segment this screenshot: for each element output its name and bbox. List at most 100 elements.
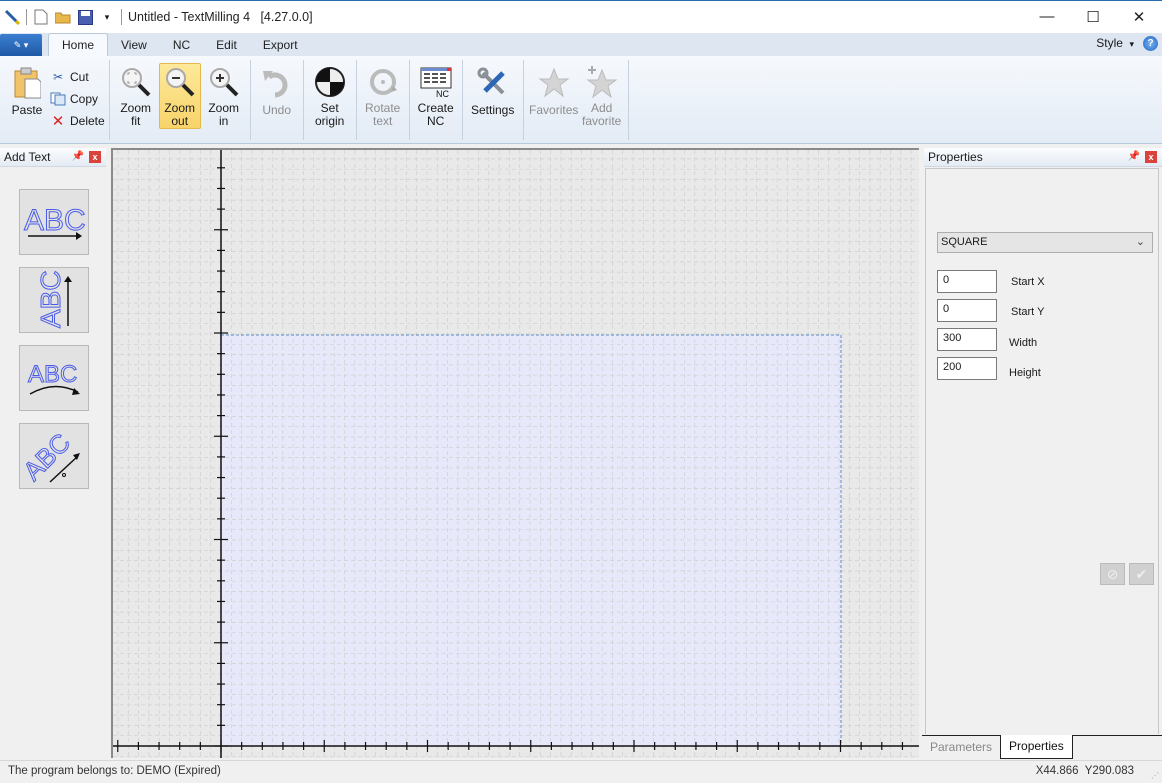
text-angle-icon: ABC bbox=[17, 427, 80, 487]
copy-button[interactable]: Copy bbox=[50, 89, 105, 109]
settings-label: Settings bbox=[471, 103, 515, 117]
tab-properties[interactable]: Properties bbox=[1000, 735, 1073, 759]
tab-export[interactable]: Export bbox=[250, 35, 311, 56]
text-horizontal-tool[interactable]: ABC bbox=[19, 189, 89, 255]
tab-edit[interactable]: Edit bbox=[203, 35, 250, 56]
settings-button[interactable]: Settings bbox=[468, 63, 518, 129]
text-vertical-icon: ABC bbox=[35, 270, 72, 329]
height-field[interactable]: 200 bbox=[937, 357, 997, 380]
tab-nc[interactable]: NC bbox=[160, 35, 203, 56]
add-favorite-button[interactable]: Add favorite bbox=[581, 63, 623, 129]
customize-dropdown-icon[interactable]: ▾ bbox=[99, 9, 115, 25]
zoom-out-icon bbox=[163, 66, 197, 98]
divider bbox=[26, 9, 27, 25]
start-y-field[interactable]: 0 bbox=[937, 299, 997, 322]
start-x-field[interactable]: 0 bbox=[937, 270, 997, 293]
zoom-group: Zoom fit Zoom out Zoom in bbox=[110, 60, 251, 140]
width-field[interactable]: 300 bbox=[937, 328, 997, 351]
quick-access-toolbar: ▾ bbox=[0, 1, 122, 34]
ribbon-tabs: ✎ ▾ Home View NC Edit Export Style ? bbox=[0, 33, 1162, 56]
nc-code-icon: NC bbox=[419, 66, 453, 98]
text-arc-icon: ABC bbox=[28, 361, 80, 395]
zoom-out-button[interactable]: Zoom out bbox=[158, 63, 201, 129]
rotate-text-label-2: text bbox=[373, 114, 393, 128]
new-file-icon[interactable] bbox=[33, 9, 49, 25]
zoom-fit-icon bbox=[119, 66, 153, 98]
divider bbox=[121, 9, 122, 25]
panel-title: Properties bbox=[928, 150, 983, 164]
maximize-button[interactable]: ☐ bbox=[1070, 1, 1116, 32]
tab-view[interactable]: View bbox=[108, 35, 160, 56]
cursor-coordinates: X44.866 Y290.083 bbox=[1035, 765, 1134, 777]
clipboard-small-buttons: ✂ Cut Copy ✕ Delete bbox=[50, 63, 105, 140]
rotate-text-button[interactable]: Rotate text bbox=[362, 63, 404, 129]
set-origin-button[interactable]: Set origin bbox=[309, 63, 351, 129]
zoom-in-icon bbox=[207, 66, 241, 98]
license-status: The program belongs to: DEMO (Expired) bbox=[8, 765, 221, 777]
open-folder-icon[interactable] bbox=[55, 9, 71, 25]
pin-icon[interactable]: 📌 bbox=[72, 151, 84, 162]
zoom-fit-label-2: fit bbox=[131, 114, 141, 128]
svg-text:NC: NC bbox=[436, 89, 449, 98]
pencil-icon[interactable] bbox=[4, 9, 20, 25]
minimize-button[interactable]: — bbox=[1024, 1, 1070, 32]
zoom-in-button[interactable]: Zoom in bbox=[203, 63, 245, 129]
start-y-label: Start Y bbox=[1011, 306, 1045, 318]
panel-title: Add Text bbox=[4, 150, 51, 164]
shape-select[interactable]: SQUARE ⌄ bbox=[937, 232, 1153, 253]
close-panel-icon[interactable]: x bbox=[1145, 151, 1157, 163]
clipboard-icon bbox=[10, 66, 44, 100]
height-label: Height bbox=[1009, 367, 1041, 379]
tab-parameters[interactable]: Parameters bbox=[922, 736, 1000, 758]
save-icon[interactable] bbox=[77, 9, 93, 25]
tab-home[interactable]: Home bbox=[48, 33, 109, 56]
create-nc-button[interactable]: NC Create NC bbox=[415, 63, 457, 129]
help-icon[interactable]: ? bbox=[1143, 36, 1158, 51]
delete-button[interactable]: ✕ Delete bbox=[50, 111, 105, 131]
undo-button[interactable]: Undo bbox=[256, 63, 298, 129]
nc-group: NC Create NC bbox=[410, 60, 463, 140]
paste-label: Paste bbox=[11, 103, 43, 117]
drawing-canvas[interactable] bbox=[111, 148, 919, 758]
text-angle-tool[interactable]: ABC bbox=[17, 423, 89, 489]
app-menu-button[interactable]: ✎ ▾ bbox=[0, 34, 42, 56]
undo-arrow-icon bbox=[260, 66, 294, 100]
cut-button[interactable]: ✂ Cut bbox=[50, 67, 105, 87]
pencil-icon: ✎ ▾ bbox=[13, 39, 29, 50]
style-dropdown[interactable]: Style bbox=[1096, 36, 1134, 50]
zoom-fit-button[interactable]: Zoom fit bbox=[115, 63, 157, 129]
apply-button[interactable]: ✔ bbox=[1129, 563, 1154, 585]
text-vertical-tool[interactable]: ABC bbox=[19, 267, 89, 333]
checkmark-icon: ✔ bbox=[1135, 565, 1148, 582]
chevron-down-icon: ⌄ bbox=[1135, 236, 1145, 248]
svg-text:ABC: ABC bbox=[20, 427, 76, 486]
canvas-grid bbox=[113, 150, 919, 758]
add-favorite-label-2: favorite bbox=[582, 114, 622, 128]
width-label: Width bbox=[1009, 337, 1038, 349]
svg-text:ABC: ABC bbox=[28, 361, 77, 388]
resize-grip-icon[interactable]: ⋰ bbox=[1151, 771, 1159, 780]
panel-tabs: Parameters Properties bbox=[922, 735, 1162, 759]
pin-icon[interactable]: 📌 bbox=[1128, 151, 1140, 162]
paste-button[interactable]: Paste bbox=[9, 63, 45, 129]
close-button[interactable]: ✕ bbox=[1116, 1, 1162, 32]
delete-x-icon: ✕ bbox=[51, 113, 65, 130]
close-panel-icon[interactable]: x bbox=[89, 151, 101, 163]
favorites-group: Favorites Add favorite bbox=[524, 60, 629, 140]
wrench-screwdriver-icon bbox=[476, 66, 510, 100]
copy-label: Copy bbox=[70, 92, 99, 106]
origin-group: Set origin bbox=[304, 60, 357, 140]
rotate-text-icon bbox=[366, 66, 400, 98]
add-text-panel: Add Text 📌 x ABC ABC ABC ABC bbox=[0, 148, 106, 756]
settings-group: Settings bbox=[463, 60, 524, 140]
cancel-icon: ⊘ bbox=[1106, 565, 1119, 582]
star-icon bbox=[537, 66, 571, 100]
svg-text:ABC: ABC bbox=[24, 204, 86, 237]
favorites-button[interactable]: Favorites bbox=[529, 63, 579, 129]
delete-label: Delete bbox=[70, 114, 105, 128]
text-arc-tool[interactable]: ABC bbox=[19, 345, 89, 411]
cancel-button[interactable]: ⊘ bbox=[1100, 563, 1125, 585]
start-x-label: Start X bbox=[1011, 276, 1045, 288]
svg-text:ABC: ABC bbox=[35, 270, 66, 328]
origin-target-icon bbox=[313, 66, 347, 98]
